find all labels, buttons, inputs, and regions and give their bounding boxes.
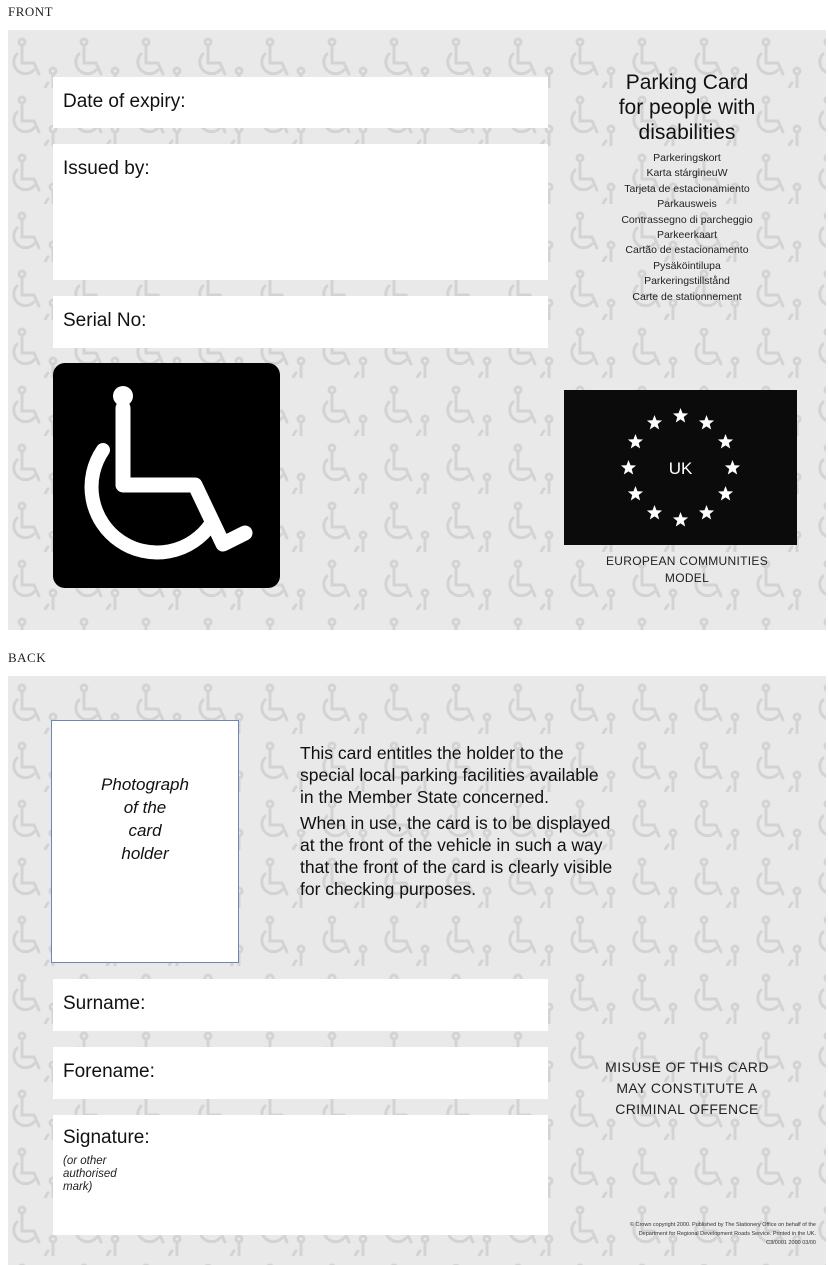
entitlement-paragraph-2: When in use, the card is to be displayed… xyxy=(300,813,613,899)
serial-number-label: Serial No: xyxy=(63,310,147,331)
flag-country-code: UK xyxy=(669,459,693,478)
title-translations: Parkeringskort Karta stárgineuW Tarjeta… xyxy=(621,152,753,303)
wheelchair-icon xyxy=(84,386,253,560)
misuse-warning: MISUSE OF THIS CARD MAY CONSTITUTE A CRI… xyxy=(605,1059,769,1117)
issued-by-label: Issued by: xyxy=(63,158,150,179)
eu-flag: UK xyxy=(564,390,797,545)
expiry-field: Date of expiry: xyxy=(53,77,548,128)
photo-placeholder: Photograph of the card holder xyxy=(51,720,239,963)
star-icon xyxy=(717,434,734,449)
star-icon xyxy=(627,486,644,501)
eu-flag-stars: UK xyxy=(620,408,741,527)
wheelchair-symbol xyxy=(53,363,280,588)
card-title: Parking Card for people with disabilitie… xyxy=(618,71,756,144)
entitlement-paragraph-1: This card entitles the holder to the spe… xyxy=(300,743,599,807)
card-front: Date of expiry: Issued by: Serial No: Pa… xyxy=(8,30,826,630)
serial-number-field: Serial No: xyxy=(53,296,548,348)
star-icon xyxy=(698,414,715,430)
star-icon xyxy=(672,408,689,423)
european-communities-model: EUROPEAN COMMUNITIES MODEL xyxy=(605,554,768,585)
star-icon xyxy=(698,505,715,520)
star-icon xyxy=(672,512,689,527)
surname-label: Surname: xyxy=(63,993,146,1014)
star-icon xyxy=(717,486,734,501)
back-section-label: BACK xyxy=(8,650,47,665)
surname-field: Surname: xyxy=(53,979,548,1031)
signature-field: Signature: (or other authorised mark) xyxy=(53,1115,548,1235)
expiry-label: Date of expiry: xyxy=(63,91,186,112)
forename-label: Forename: xyxy=(63,1061,155,1082)
forename-field: Forename: xyxy=(53,1047,548,1099)
star-icon xyxy=(724,460,741,475)
star-icon xyxy=(620,460,637,475)
copyright-notice: © Crown copyright 2000. Published by The… xyxy=(629,1222,816,1246)
star-icon xyxy=(646,414,663,430)
entitlement-text: This card entitles the holder to the spe… xyxy=(300,742,800,900)
signature-note: (or other authorised mark) xyxy=(63,1155,117,1193)
photo-placeholder-text: Photograph of the card holder xyxy=(101,775,189,863)
card-back: Photograph of the card holder This card … xyxy=(8,676,826,1265)
star-icon xyxy=(646,505,663,520)
issued-by-field: Issued by: xyxy=(53,144,548,280)
front-section-label: FRONT xyxy=(8,4,54,19)
star-icon xyxy=(627,434,644,449)
signature-label: Signature: xyxy=(63,1127,150,1148)
card-title-block: Parking Card for people with disabilitie… xyxy=(556,70,818,305)
